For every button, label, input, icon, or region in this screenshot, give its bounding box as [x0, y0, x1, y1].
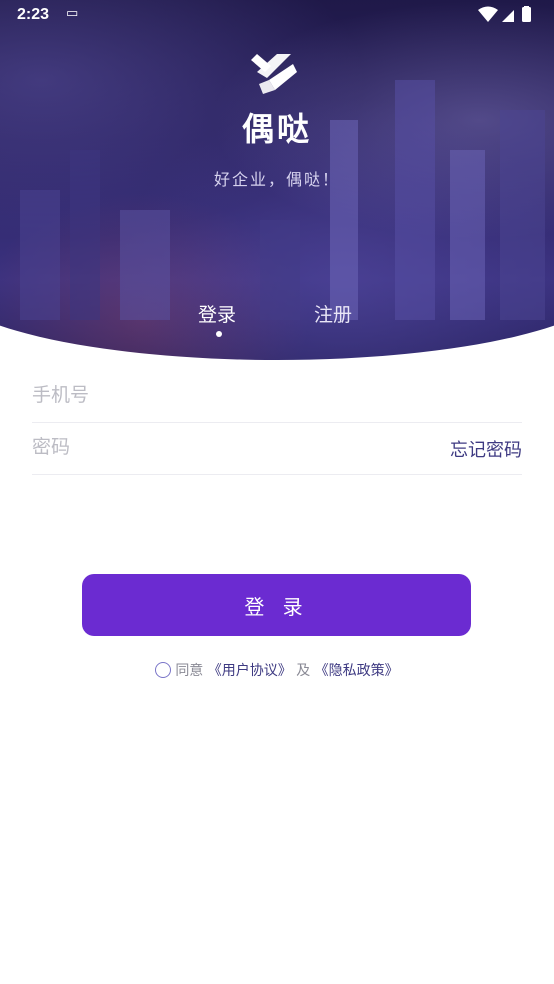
password-input[interactable] [32, 422, 432, 472]
tab-register[interactable]: 注册 [314, 300, 352, 327]
phone-field-row [32, 370, 522, 423]
sd-card-icon: ▭ [66, 6, 79, 21]
wifi-signal-battery-icon [478, 6, 531, 22]
agree-and: 及 [296, 663, 311, 679]
app-name: 偶哒 [241, 110, 312, 148]
agreement-row: 同意 《用户协议》 及 《隐私政策》 [0, 660, 554, 680]
status-bar: 2:23 ▭ [0, 0, 554, 32]
status-time: 2:23 [17, 6, 50, 23]
hero-header: 2:23 ▭ 偶哒 好企业，偶哒！ 登录 注册 [0, 0, 554, 360]
user-agreement-link[interactable]: 《用户协议》 [208, 663, 292, 679]
app-logo-icon [251, 54, 297, 94]
phone-input[interactable] [32, 370, 432, 420]
status-icons [478, 6, 538, 28]
agree-prefix: 同意 [175, 663, 204, 679]
password-field-row: 忘记密码 [32, 422, 522, 475]
app-slogan: 好企业，偶哒！ [213, 170, 340, 189]
login-button[interactable]: 登 录 [82, 574, 471, 636]
agree-checkbox[interactable] [155, 662, 172, 678]
forgot-password-link[interactable]: 忘记密码 [450, 436, 522, 462]
tab-login[interactable]: 登录 [198, 300, 236, 327]
active-tab-indicator [216, 331, 222, 337]
privacy-policy-link[interactable]: 《隐私政策》 [315, 663, 399, 679]
